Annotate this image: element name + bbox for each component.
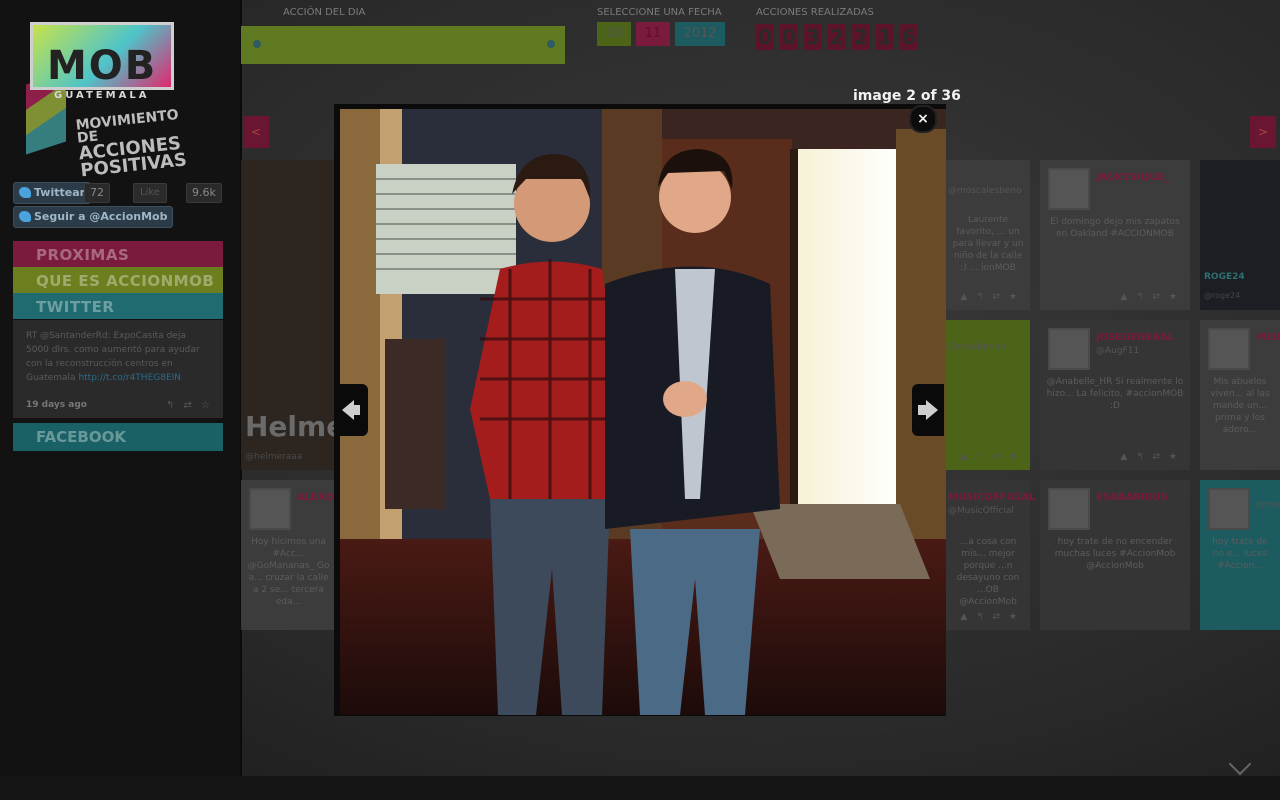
next-image-button[interactable] (912, 384, 944, 436)
arrow-right-stem (918, 405, 926, 415)
close-button[interactable]: × (909, 105, 937, 133)
image-counter: image 2 of 36 (853, 88, 961, 104)
prev-image-button[interactable] (336, 384, 368, 436)
arrow-right-icon (926, 400, 938, 420)
lightbox-photo (340, 109, 946, 715)
arrow-left-stem (352, 405, 360, 415)
photo-illustration (340, 109, 946, 715)
